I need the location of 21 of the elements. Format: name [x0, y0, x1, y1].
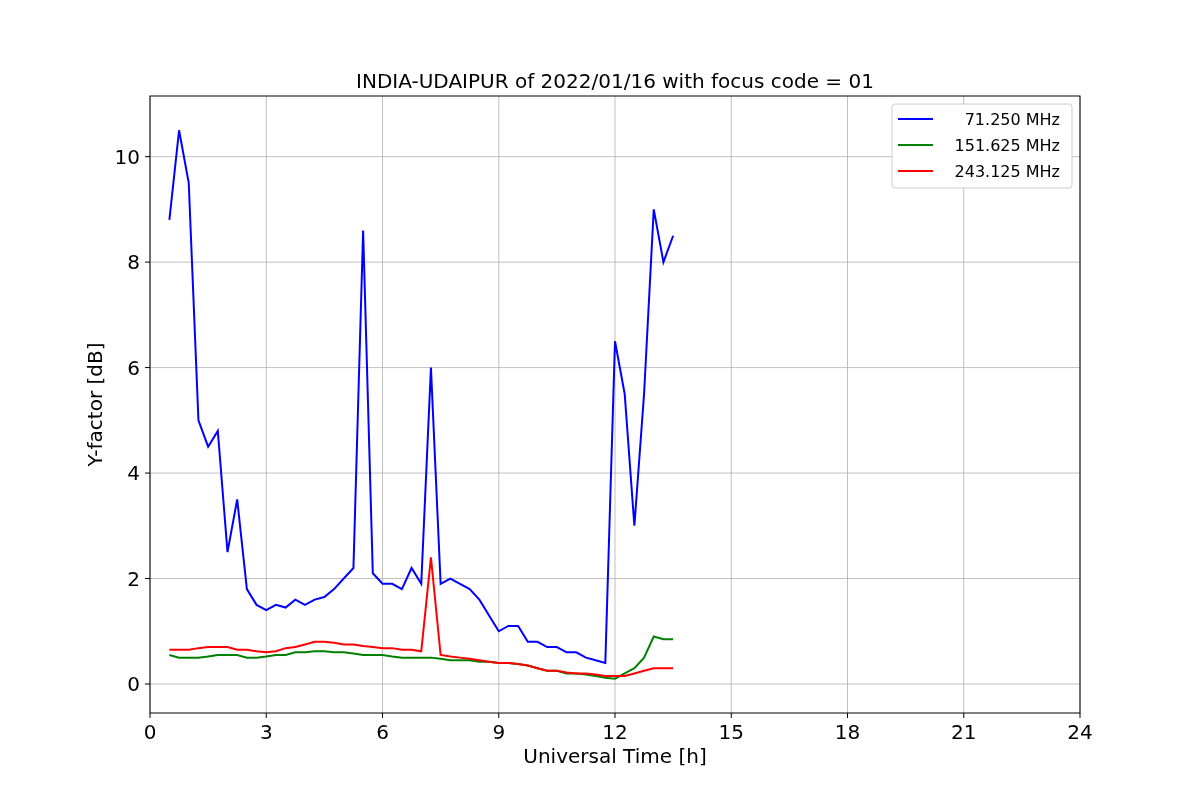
tick-label: 18: [834, 720, 861, 744]
tick-label: 4: [127, 461, 140, 486]
tick-label: 9: [492, 720, 506, 744]
tick-label: 2: [127, 566, 140, 591]
tick-label: 6: [376, 720, 389, 744]
tick-label: 0: [127, 672, 140, 696]
tick-label: 15: [718, 720, 744, 744]
chart-title: INDIA-UDAIPUR of 2022/01/16 with focus code = 01: [356, 69, 874, 93]
tick-label: 12: [602, 720, 628, 744]
legend-label: 151.625 MHz: [954, 136, 1060, 155]
tick-label: 21: [951, 720, 977, 744]
tick-label: 10: [114, 144, 140, 169]
tick-label: 3: [259, 720, 273, 744]
tick-label: 0: [143, 720, 157, 744]
tick-label: 6: [127, 355, 140, 380]
tick-label: 24: [1067, 720, 1093, 744]
legend-label: 71.250 MHz: [964, 110, 1060, 129]
axis-label: Universal Time [h]: [523, 744, 707, 768]
legend-label: 243.125 MHz: [954, 162, 1060, 181]
axis-label: Y-factor [dB]: [83, 342, 107, 467]
tick-label: 8: [127, 250, 140, 275]
